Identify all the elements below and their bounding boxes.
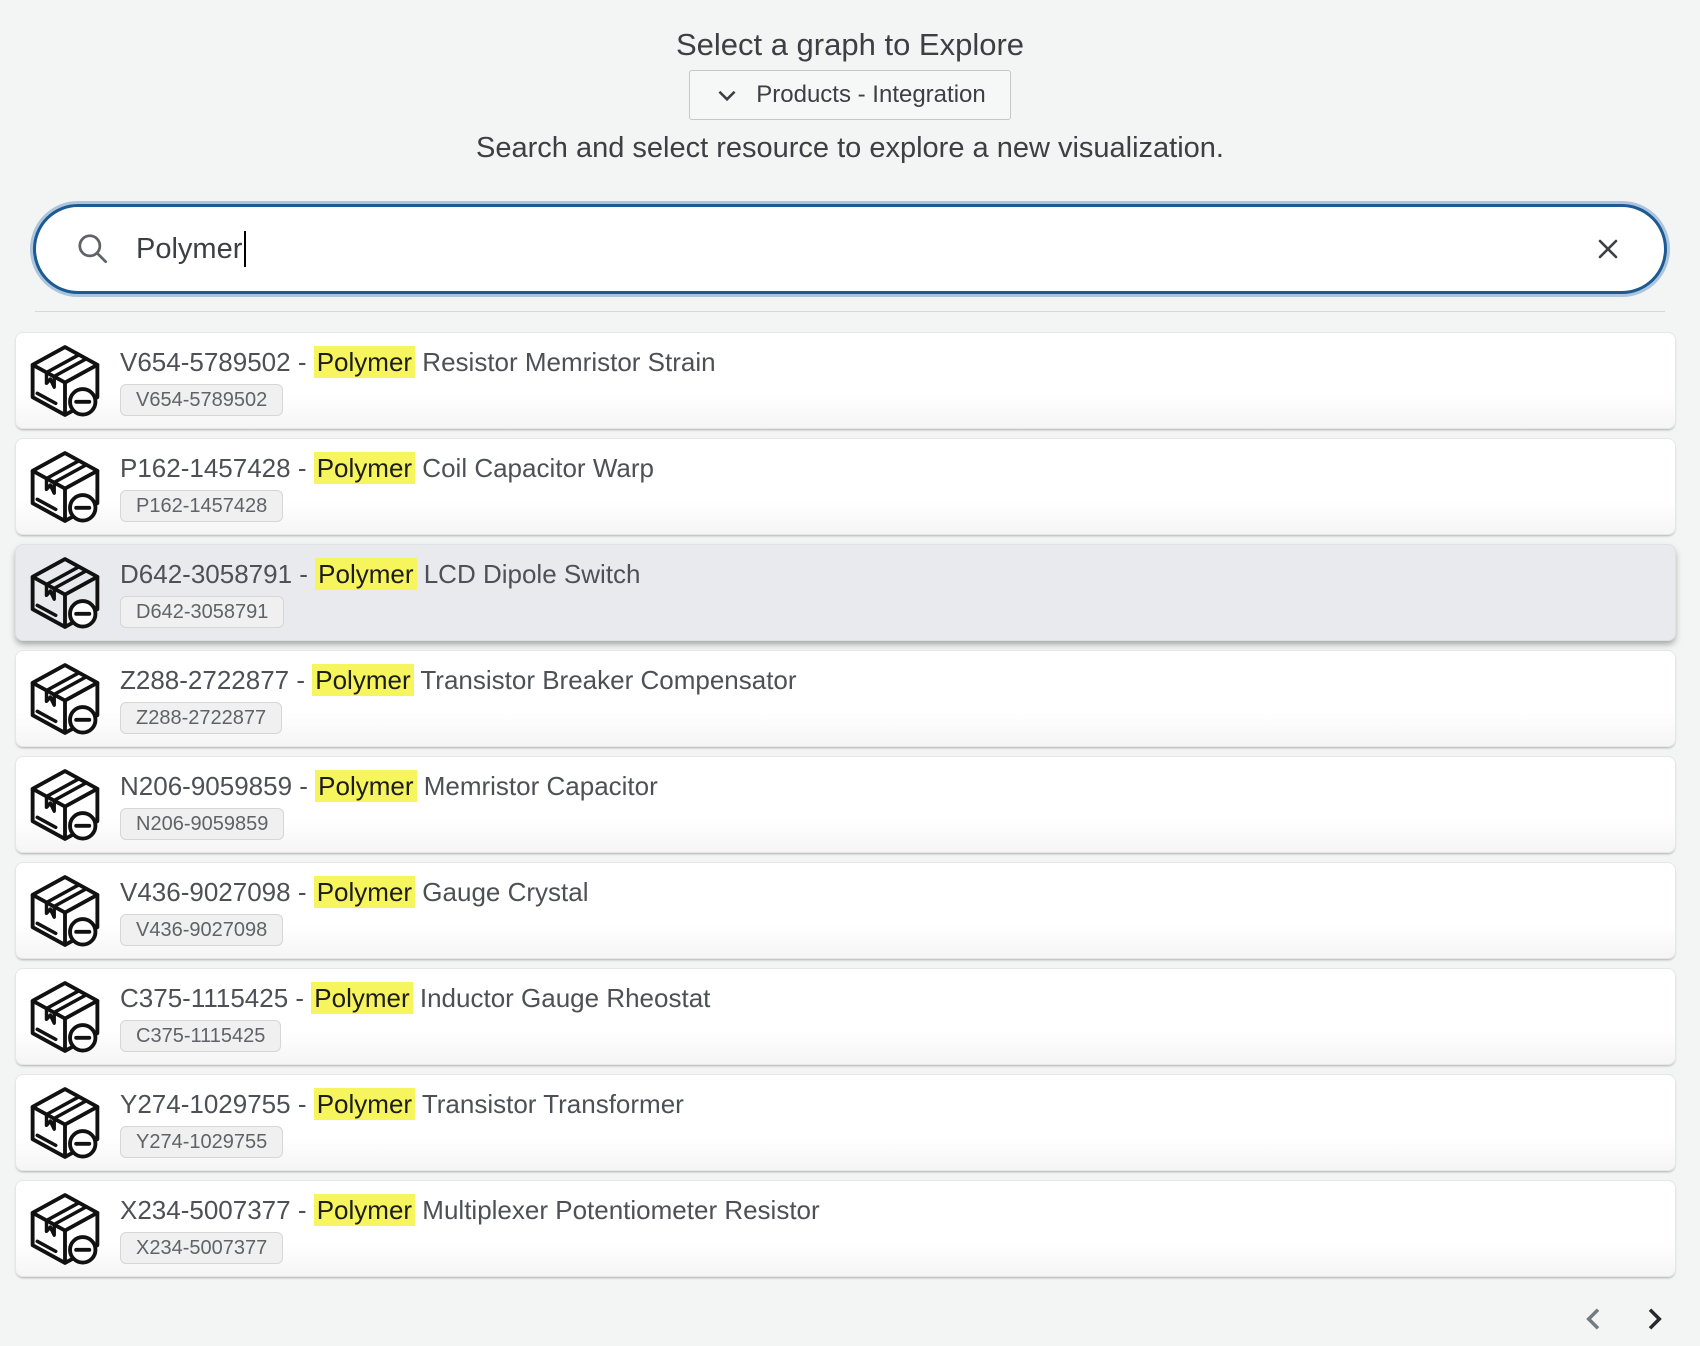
result-title: P162-1457428 - Polymer Coil Capacitor Wa… xyxy=(120,452,654,484)
result-title: Z288-2722877 - Polymer Transistor Breake… xyxy=(120,664,797,696)
result-id-badge: V654-5789502 xyxy=(120,384,283,416)
result-title-suffix: Multiplexer Potentiometer Resistor xyxy=(415,1195,820,1225)
result-id-badge: P162-1457428 xyxy=(120,490,283,522)
package-minus-icon xyxy=(28,659,102,739)
package-minus-icon xyxy=(28,447,102,527)
result-text-block: C375-1115425 - Polymer Inductor Gauge Rh… xyxy=(120,982,710,1052)
package-minus-icon xyxy=(28,871,102,951)
divider xyxy=(35,311,1665,312)
result-title-suffix: Transistor Transformer xyxy=(415,1089,684,1119)
search-icon xyxy=(74,230,112,268)
page-title: Select a graph to Explore xyxy=(0,0,1700,64)
text-cursor xyxy=(244,231,246,267)
result-row[interactable]: Y274-1029755 - Polymer Transistor Transf… xyxy=(15,1074,1676,1171)
graph-selector-dropdown[interactable]: Products - Integration xyxy=(689,70,1010,120)
result-id-badge: Y274-1029755 xyxy=(120,1126,283,1158)
search-input[interactable]: Polymer xyxy=(33,204,1667,294)
result-title: V436-9027098 - Polymer Gauge Crystal xyxy=(120,876,588,908)
result-title-prefix: N206-9059859 - xyxy=(120,771,315,801)
next-page-button[interactable] xyxy=(1638,1303,1670,1335)
result-row[interactable]: Z288-2722877 - Polymer Transistor Breake… xyxy=(15,650,1676,747)
result-title-suffix: Resistor Memristor Strain xyxy=(415,347,716,377)
package-minus-icon xyxy=(28,553,102,633)
result-title: X234-5007377 - Polymer Multiplexer Poten… xyxy=(120,1194,820,1226)
result-title: Y274-1029755 - Polymer Transistor Transf… xyxy=(120,1088,684,1120)
result-title-highlight: Polymer xyxy=(315,770,416,802)
result-title: V654-5789502 - Polymer Resistor Memristo… xyxy=(120,346,716,378)
result-text-block: P162-1457428 - Polymer Coil Capacitor Wa… xyxy=(120,452,654,522)
package-minus-icon xyxy=(28,977,102,1057)
chevron-left-icon xyxy=(1578,1303,1610,1335)
result-title-prefix: X234-5007377 - xyxy=(120,1195,314,1225)
result-title-highlight: Polymer xyxy=(311,982,412,1014)
result-id-badge: D642-3058791 xyxy=(120,596,284,628)
result-title-prefix: Y274-1029755 - xyxy=(120,1089,314,1119)
result-title-prefix: Z288-2722877 - xyxy=(120,665,312,695)
result-text-block: Z288-2722877 - Polymer Transistor Breake… xyxy=(120,664,797,734)
package-minus-icon xyxy=(28,1189,102,1269)
result-title-prefix: V436-9027098 - xyxy=(120,877,314,907)
result-title-suffix: Inductor Gauge Rheostat xyxy=(413,983,711,1013)
result-row[interactable]: V654-5789502 - Polymer Resistor Memristo… xyxy=(15,332,1676,429)
result-row[interactable]: N206-9059859 - Polymer Memristor Capacit… xyxy=(15,756,1676,853)
result-id-badge: X234-5007377 xyxy=(120,1232,283,1264)
result-id-badge: C375-1115425 xyxy=(120,1020,281,1052)
result-text-block: V436-9027098 - Polymer Gauge Crystal V43… xyxy=(120,876,588,946)
result-text-block: V654-5789502 - Polymer Resistor Memristo… xyxy=(120,346,716,416)
graph-selector-row: Products - Integration xyxy=(0,70,1700,120)
results-list: V654-5789502 - Polymer Resistor Memristo… xyxy=(15,332,1676,1277)
result-text-block: Y274-1029755 - Polymer Transistor Transf… xyxy=(120,1088,684,1158)
clear-search-button[interactable] xyxy=(1588,229,1628,269)
clear-icon xyxy=(1592,233,1624,265)
page-subtitle: Search and select resource to explore a … xyxy=(0,130,1700,166)
prev-page-button[interactable] xyxy=(1578,1303,1610,1335)
result-title-prefix: D642-3058791 - xyxy=(120,559,315,589)
package-minus-icon xyxy=(28,765,102,845)
result-title-highlight: Polymer xyxy=(314,346,415,378)
result-row[interactable]: X234-5007377 - Polymer Multiplexer Poten… xyxy=(15,1180,1676,1277)
result-text-block: D642-3058791 - Polymer LCD Dipole Switch… xyxy=(120,558,640,628)
search-value: Polymer xyxy=(136,233,242,266)
result-title-suffix: LCD Dipole Switch xyxy=(417,559,641,589)
result-row[interactable]: V436-9027098 - Polymer Gauge Crystal V43… xyxy=(15,862,1676,959)
result-title-highlight: Polymer xyxy=(314,452,415,484)
result-title-suffix: Gauge Crystal xyxy=(415,877,588,907)
result-title-highlight: Polymer xyxy=(314,1194,415,1226)
result-title: C375-1115425 - Polymer Inductor Gauge Rh… xyxy=(120,982,710,1014)
result-title-suffix: Transistor Breaker Compensator xyxy=(414,665,797,695)
result-title-highlight: Polymer xyxy=(314,876,415,908)
result-title-prefix: P162-1457428 - xyxy=(120,453,314,483)
result-id-badge: V436-9027098 xyxy=(120,914,283,946)
result-text-block: X234-5007377 - Polymer Multiplexer Poten… xyxy=(120,1194,820,1264)
result-title-suffix: Coil Capacitor Warp xyxy=(415,453,654,483)
result-title: N206-9059859 - Polymer Memristor Capacit… xyxy=(120,770,658,802)
result-row[interactable]: P162-1457428 - Polymer Coil Capacitor Wa… xyxy=(15,438,1676,535)
result-title-highlight: Polymer xyxy=(315,558,416,590)
chevron-right-icon xyxy=(1638,1303,1670,1335)
result-title-prefix: C375-1115425 - xyxy=(120,983,311,1013)
result-title: D642-3058791 - Polymer LCD Dipole Switch xyxy=(120,558,640,590)
result-title-suffix: Memristor Capacitor xyxy=(417,771,658,801)
result-title-prefix: V654-5789502 - xyxy=(120,347,314,377)
result-title-highlight: Polymer xyxy=(314,1088,415,1120)
pagination xyxy=(0,1303,1670,1335)
result-row[interactable]: D642-3058791 - Polymer LCD Dipole Switch… xyxy=(15,544,1676,641)
package-minus-icon xyxy=(28,1083,102,1163)
graph-selector-label: Products - Integration xyxy=(756,81,985,109)
result-text-block: N206-9059859 - Polymer Memristor Capacit… xyxy=(120,770,658,840)
chevron-down-icon xyxy=(714,82,740,108)
package-minus-icon xyxy=(28,341,102,421)
result-id-badge: Z288-2722877 xyxy=(120,702,282,734)
result-row[interactable]: C375-1115425 - Polymer Inductor Gauge Rh… xyxy=(15,968,1676,1065)
result-title-highlight: Polymer xyxy=(312,664,413,696)
result-id-badge: N206-9059859 xyxy=(120,808,284,840)
